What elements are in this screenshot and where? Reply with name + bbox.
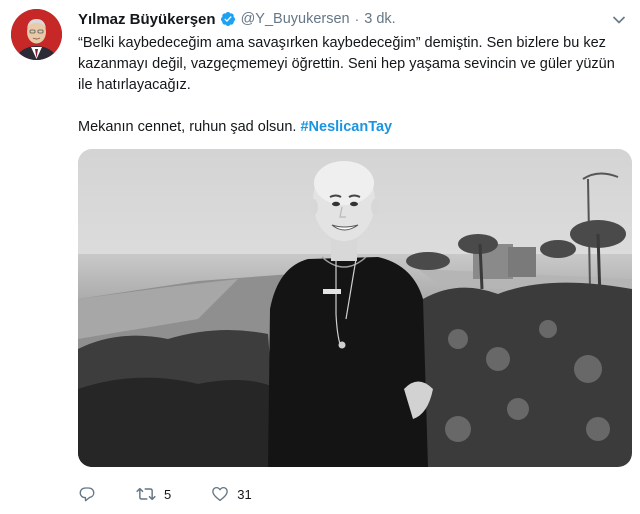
reply-icon bbox=[78, 485, 96, 503]
chevron-down-icon[interactable] bbox=[612, 12, 626, 24]
tweet-photo[interactable] bbox=[78, 149, 632, 467]
photo-image bbox=[78, 149, 632, 467]
retweet-icon bbox=[136, 485, 156, 503]
retweet-button[interactable]: 5 bbox=[136, 485, 171, 503]
tweet-paragraph-2: Mekanın cennet, ruhun şad olsun. #Neslic… bbox=[78, 117, 628, 138]
tweet-timestamp[interactable]: 3 dk. bbox=[364, 11, 395, 27]
hashtag-link[interactable]: #NeslicanTay bbox=[300, 119, 392, 135]
tweet-closing-text: Mekanın cennet, ruhun şad olsun. bbox=[78, 119, 297, 135]
separator-dot: · bbox=[354, 11, 360, 27]
tweet-card: Yılmaz Büyükerşen @Y_Buyukersen · 3 dk. … bbox=[0, 0, 640, 514]
tweet-paragraph-1: “Belki kaybedeceğim ama savaşırken kaybe… bbox=[78, 35, 615, 93]
retweet-count: 5 bbox=[164, 486, 172, 502]
verified-badge-icon bbox=[220, 11, 236, 27]
author-handle[interactable]: @Y_Buyukersen bbox=[241, 11, 350, 27]
tweet-actions: 5 31 bbox=[78, 483, 292, 505]
tweet-text: “Belki kaybedeceğim ama savaşırken kaybe… bbox=[78, 33, 628, 138]
heart-icon bbox=[211, 485, 229, 503]
avatar-photo bbox=[11, 9, 62, 60]
avatar[interactable] bbox=[11, 9, 62, 60]
reply-button[interactable] bbox=[78, 485, 96, 503]
author-name[interactable]: Yılmaz Büyükerşen bbox=[78, 11, 216, 28]
like-button[interactable]: 31 bbox=[211, 485, 252, 503]
tweet-header: Yılmaz Büyükerşen @Y_Buyukersen · 3 dk. bbox=[78, 9, 396, 29]
like-count: 31 bbox=[237, 486, 252, 502]
